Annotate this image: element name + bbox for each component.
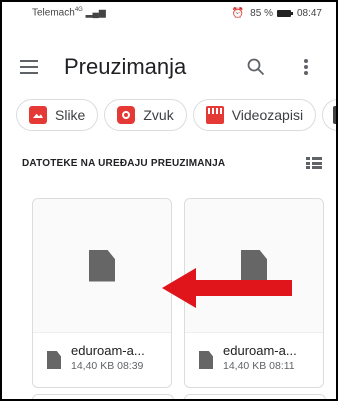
carrier-label: Telemach4G ▂▄▆ bbox=[32, 7, 106, 18]
search-button[interactable] bbox=[236, 47, 276, 87]
search-icon bbox=[247, 58, 265, 76]
app-bar: Preuzimanja bbox=[2, 40, 336, 94]
file-thumbnail bbox=[185, 199, 323, 333]
chip-label: Zvuk bbox=[143, 107, 174, 123]
carrier-name: Telemach bbox=[32, 7, 75, 19]
file-card-partial[interactable] bbox=[32, 394, 174, 399]
section-title: DATOTEKE NA UREĐAJU PREUZIMANJA bbox=[22, 157, 226, 169]
file-details: 14,40 KB 08:11 bbox=[223, 360, 297, 372]
document-icon bbox=[89, 249, 115, 282]
file-name: eduroam-a... bbox=[223, 343, 297, 358]
network-type: 4G bbox=[74, 7, 83, 14]
list-view-icon[interactable] bbox=[306, 157, 322, 169]
alarm-icon: ⏰ bbox=[231, 7, 245, 19]
more-options-button[interactable] bbox=[286, 47, 326, 87]
video-icon bbox=[205, 106, 224, 124]
app-actions bbox=[236, 47, 326, 87]
battery-icon bbox=[276, 9, 293, 17]
file-type-icon bbox=[199, 351, 213, 369]
red-arrow-annotation bbox=[162, 268, 292, 308]
chip-label: Slike bbox=[55, 107, 86, 123]
file-details: 14,40 KB 08:39 bbox=[71, 360, 145, 372]
screen: Telemach4G ▂▄▆ ⏰ 85 % 08:47 Preuzimanja bbox=[0, 0, 338, 401]
file-card[interactable]: eduroam-a... 14,40 KB 08:39 bbox=[32, 198, 172, 388]
section-header: DATOTEKE NA UREĐAJU PREUZIMANJA bbox=[22, 154, 322, 172]
battery: 85 % bbox=[250, 7, 293, 19]
page-title: Preuzimanja bbox=[64, 54, 187, 79]
status-right: ⏰ 85 % 08:47 bbox=[232, 8, 322, 19]
file-thumbnail bbox=[33, 199, 171, 333]
battery-percent: 85 % bbox=[250, 7, 273, 19]
chip-images[interactable]: Slike bbox=[16, 99, 99, 131]
file-time: 08:39 bbox=[117, 360, 144, 372]
image-icon bbox=[29, 106, 47, 124]
hamburger-icon bbox=[20, 60, 38, 74]
file-card-partial[interactable] bbox=[184, 394, 326, 399]
signal-icon: ▂▄▆ bbox=[85, 7, 106, 18]
file-size: 14,40 KB bbox=[223, 360, 267, 372]
file-type-icon bbox=[47, 351, 61, 369]
clock: 08:47 bbox=[296, 7, 322, 19]
file-size: 14,40 KB bbox=[71, 360, 115, 372]
file-meta: eduroam-a... 14,40 KB 08:39 bbox=[47, 343, 145, 372]
chip-label: Videozapisi bbox=[231, 107, 304, 123]
chip-videos[interactable]: Videozapisi bbox=[192, 99, 317, 131]
document-icon bbox=[333, 106, 336, 124]
chip-audio[interactable]: Zvuk bbox=[104, 99, 187, 131]
chip-documents[interactable] bbox=[322, 99, 336, 131]
file-time: 08:11 bbox=[269, 360, 295, 372]
menu-button[interactable] bbox=[2, 47, 56, 87]
file-meta: eduroam-a... 14,40 KB 08:11 bbox=[199, 343, 297, 372]
status-bar: Telemach4G ▂▄▆ ⏰ 85 % 08:47 bbox=[2, 2, 336, 24]
filter-chips: Slike Zvuk Videozapisi bbox=[16, 99, 336, 133]
file-name: eduroam-a... bbox=[71, 343, 145, 358]
audio-icon bbox=[117, 106, 136, 124]
more-vert-icon bbox=[304, 59, 308, 75]
